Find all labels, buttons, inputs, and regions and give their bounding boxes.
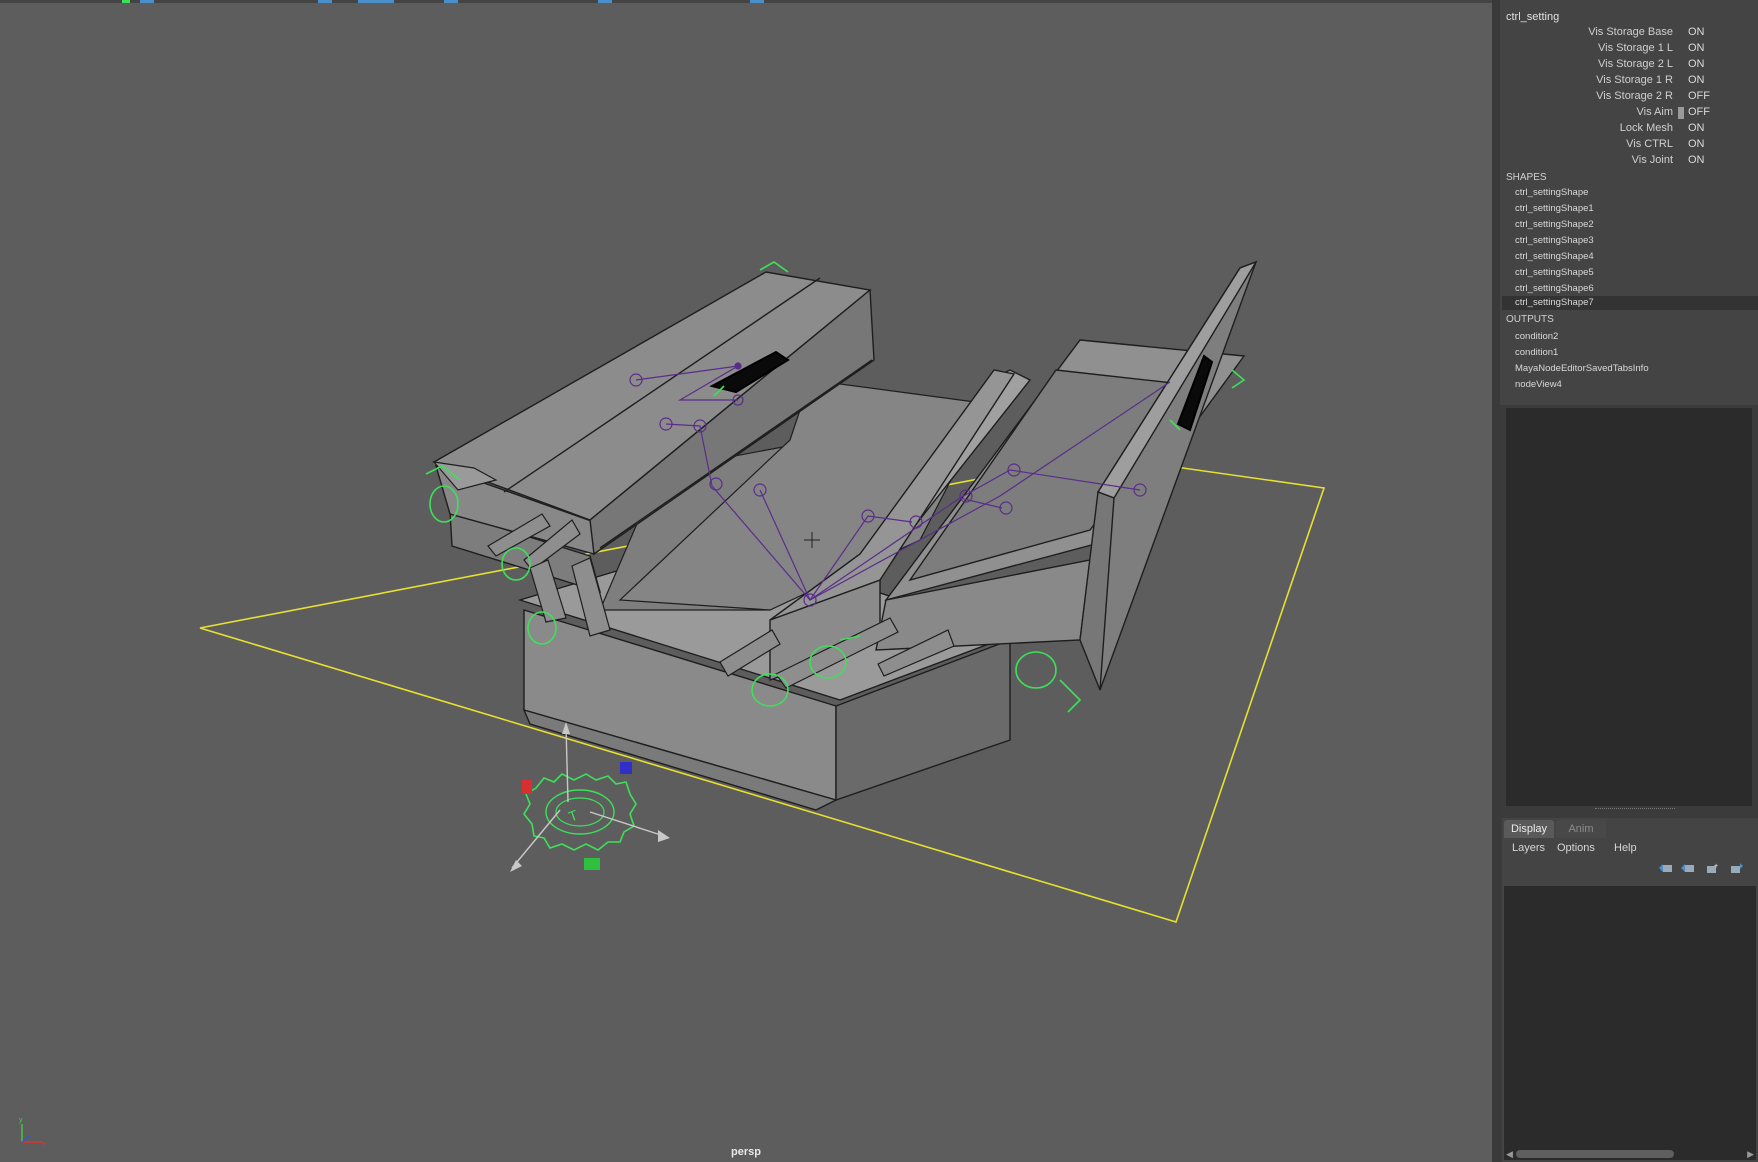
panel-divider[interactable] (1492, 0, 1500, 1162)
output-item[interactable]: condition2 (1502, 330, 1758, 344)
layer-list[interactable] (1504, 886, 1756, 1148)
attr-value[interactable]: ON (1688, 138, 1705, 150)
outputs-header: OUTPUTS (1506, 314, 1554, 325)
attr-label: Vis Joint (1631, 154, 1673, 166)
output-item[interactable]: condition1 (1502, 346, 1758, 360)
toolbox-scene[interactable]: T (0, 0, 1492, 1162)
settings-gear-control: T (523, 773, 637, 851)
new-layer-selected-icon[interactable] (1728, 862, 1744, 874)
attr-label: Vis CTRL (1626, 138, 1673, 150)
tab-display[interactable]: Display (1504, 820, 1554, 838)
shape-item[interactable]: ctrl_settingShape4 (1502, 250, 1758, 264)
attr-row[interactable]: Vis Storage 2 L ON (1500, 58, 1758, 74)
shape-item[interactable]: ctrl_settingShape1 (1502, 202, 1758, 216)
output-name: condition2 (1515, 331, 1559, 342)
move-layer-up-icon[interactable] (1658, 862, 1674, 874)
attr-key-marker (1678, 107, 1684, 119)
attr-label: Vis Aim (1636, 106, 1673, 118)
output-name: MayaNodeEditorSavedTabsInfo (1515, 363, 1649, 374)
menu-help[interactable]: Help (1614, 842, 1637, 854)
layer-editor: Display Anim Layers Options Help + ◀ ▶ (1502, 818, 1758, 1162)
shape-item[interactable]: ctrl_settingShape5 (1502, 266, 1758, 280)
shape-item[interactable]: ctrl_settingShape2 (1502, 218, 1758, 232)
attr-label: Vis Storage 1 R (1596, 74, 1673, 86)
shape-name: ctrl_settingShape7 (1515, 297, 1594, 308)
shape-name: ctrl_settingShape4 (1515, 251, 1594, 262)
shape-item[interactable]: ctrl_settingShape3 (1502, 234, 1758, 248)
attr-row[interactable]: Vis Storage Base ON (1500, 26, 1758, 42)
attr-label: Vis Storage 2 R (1596, 90, 1673, 102)
attr-row[interactable]: Vis Aim OFF (1500, 106, 1758, 122)
shape-item[interactable]: ctrl_settingShape6 (1502, 282, 1758, 296)
camera-label: persp (731, 1146, 761, 1158)
attr-value[interactable]: ON (1688, 74, 1705, 86)
attr-row[interactable]: Lock Mesh ON (1500, 122, 1758, 138)
attr-value[interactable]: ON (1688, 122, 1705, 134)
scroll-right-icon[interactable]: ▶ (1747, 1149, 1754, 1160)
new-layer-icon[interactable]: + (1704, 862, 1720, 874)
shape-name: ctrl_settingShape3 (1515, 235, 1594, 246)
attr-value[interactable]: ON (1688, 58, 1705, 70)
attr-row[interactable]: Vis Joint ON (1500, 154, 1758, 170)
view-axis-gizmo: y x (19, 1117, 46, 1148)
output-item[interactable]: nodeView4 (1502, 378, 1758, 392)
channel-box-empty-area (1506, 408, 1752, 806)
shape-name: ctrl_settingShape1 (1515, 203, 1594, 214)
output-item[interactable]: MayaNodeEditorSavedTabsInfo (1502, 362, 1758, 376)
menu-options[interactable]: Options (1557, 842, 1595, 854)
panel-resize-handle[interactable] (1595, 808, 1675, 813)
scroll-left-icon[interactable]: ◀ (1506, 1149, 1513, 1160)
tab-anim[interactable]: Anim (1556, 820, 1606, 838)
shape-name: ctrl_settingShape6 (1515, 283, 1594, 294)
shape-item-selected[interactable]: ctrl_settingShape7 (1502, 296, 1758, 310)
shape-name: ctrl_settingShape (1515, 187, 1589, 198)
svg-text:y: y (19, 1117, 23, 1124)
attr-label: Vis Storage 2 L (1597, 58, 1673, 70)
shape-item[interactable]: ctrl_settingShape (1502, 186, 1758, 200)
shapes-header: SHAPES (1506, 172, 1547, 183)
attr-label: Lock Mesh (1619, 122, 1673, 134)
menu-layers[interactable]: Layers (1512, 842, 1545, 854)
attr-row[interactable]: Vis Storage 1 R ON (1500, 74, 1758, 90)
output-name: nodeView4 (1515, 379, 1562, 390)
shape-name: ctrl_settingShape2 (1515, 219, 1594, 230)
attr-row[interactable]: Vis Storage 2 R OFF (1500, 90, 1758, 106)
horizontal-scrollbar[interactable]: ◀ ▶ (1504, 1148, 1756, 1160)
attr-value[interactable]: ON (1688, 42, 1705, 54)
svg-text:+: + (1714, 863, 1718, 870)
svg-text:T: T (566, 806, 580, 824)
attr-value[interactable]: ON (1688, 26, 1705, 38)
attr-label: Vis Storage Base (1588, 26, 1673, 38)
attr-value[interactable]: ON (1688, 154, 1705, 166)
attr-row[interactable]: Vis CTRL ON (1500, 138, 1758, 154)
scroll-thumb[interactable] (1516, 1150, 1674, 1158)
viewport-persp[interactable]: T y x persp (0, 0, 1492, 1162)
attr-value[interactable]: OFF (1688, 106, 1710, 118)
channel-box: ctrl_setting Vis Storage Base ON Vis Sto… (1500, 0, 1758, 405)
attr-row[interactable]: Vis Storage 1 L ON (1500, 42, 1758, 58)
attr-value[interactable]: OFF (1688, 90, 1710, 102)
node-name[interactable]: ctrl_setting (1506, 11, 1559, 23)
output-name: condition1 (1515, 347, 1559, 358)
move-layer-down-icon[interactable] (1680, 862, 1696, 874)
shape-name: ctrl_settingShape5 (1515, 267, 1594, 278)
attr-label: Vis Storage 1 L (1597, 42, 1673, 54)
